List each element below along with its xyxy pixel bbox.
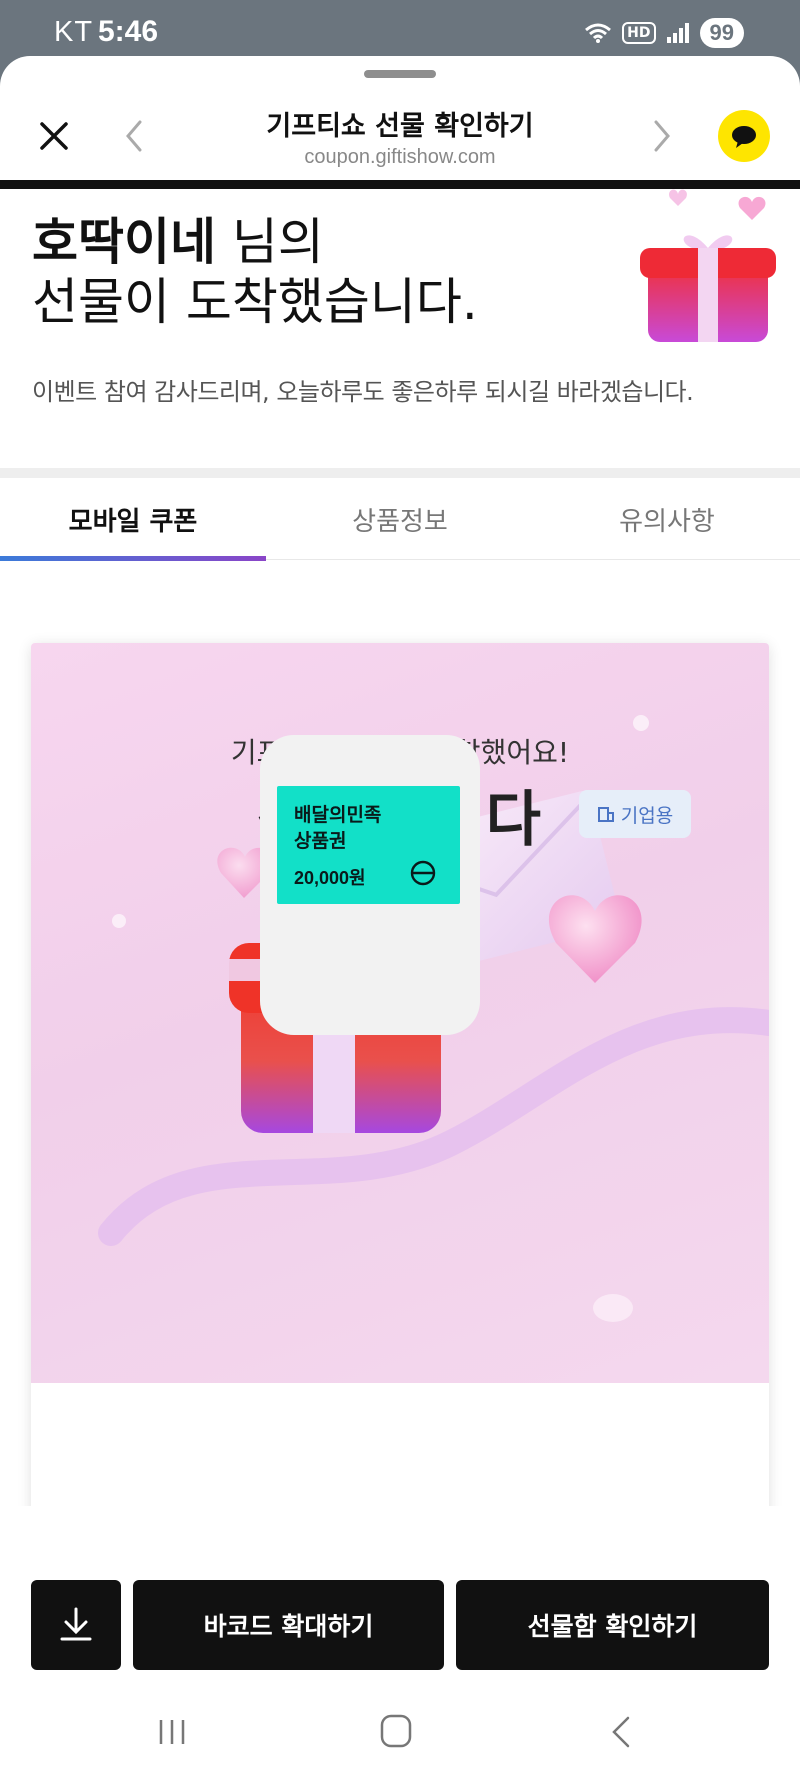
- system-nav-bar: [0, 1700, 800, 1778]
- zoom-barcode-button[interactable]: 바코드 확대하기: [133, 1580, 444, 1670]
- tab-mobile-coupon[interactable]: 모바일 쿠폰: [0, 478, 266, 560]
- sender-suffix: 님의: [216, 213, 324, 271]
- back-icon[interactable]: [608, 1714, 634, 1750]
- battery-indicator: 99: [699, 18, 744, 48]
- baemin-logo-icon: [410, 860, 436, 886]
- content-tabs: 모바일 쿠폰 상품정보 유의사항: [0, 478, 800, 561]
- hero-message: 이벤트 참여 감사드리며, 오늘하루도 좋은하루 되시길 바라겠습니다.: [32, 378, 694, 406]
- close-icon[interactable]: [34, 116, 74, 156]
- bottom-action-bar: 바코드 확대하기 선물함 확인하기: [0, 1506, 800, 1728]
- page-url: coupon.giftishow.com: [304, 146, 496, 168]
- download-icon: [60, 1607, 92, 1641]
- product-brand: 배달의민족: [294, 804, 382, 826]
- carrier-label: KT: [54, 16, 94, 48]
- page-title: 기프티쇼 선물 확인하기: [266, 111, 534, 142]
- clock: 5:46: [98, 15, 159, 48]
- home-icon[interactable]: [380, 1714, 412, 1748]
- kakao-talk-button[interactable]: [718, 110, 770, 162]
- browser-nav-bar: 기프티쇼 선물 확인하기 coupon.giftishow.com: [0, 98, 800, 178]
- sender-name: 호딱이네: [32, 213, 216, 271]
- hero-headline-line1: 호딱이네 님의: [32, 212, 324, 272]
- tab-product-info[interactable]: 상품정보: [267, 478, 533, 560]
- wifi-icon: [585, 23, 612, 43]
- product-price: 20,000원: [294, 868, 366, 888]
- hero-headline-line2: 선물이 도착했습니다.: [32, 273, 478, 331]
- building-icon: [597, 807, 614, 822]
- corporate-badge: 기업용: [579, 790, 691, 838]
- hd-voice-icon: HD: [622, 22, 656, 44]
- section-separator: [0, 468, 800, 478]
- chevron-right-icon[interactable]: [646, 116, 678, 156]
- chat-bubble-icon: [732, 126, 756, 148]
- gift-box-illustration: [640, 189, 776, 342]
- tab-notice[interactable]: 유의사항: [534, 478, 800, 560]
- product-type: 상품권: [294, 830, 347, 852]
- recent-apps-icon[interactable]: [156, 1716, 188, 1748]
- chevron-left-icon[interactable]: [118, 116, 150, 156]
- corporate-badge-label: 기업용: [620, 804, 674, 827]
- download-button[interactable]: [31, 1580, 121, 1670]
- sheet-drag-handle[interactable]: [364, 70, 436, 78]
- active-tab-indicator: [0, 556, 266, 561]
- status-bar: KT 5:46 HD 99: [0, 0, 800, 58]
- status-icons: HD 99: [584, 18, 744, 48]
- open-giftbox-button[interactable]: 선물함 확인하기: [456, 1580, 769, 1670]
- signal-icon: [666, 23, 689, 43]
